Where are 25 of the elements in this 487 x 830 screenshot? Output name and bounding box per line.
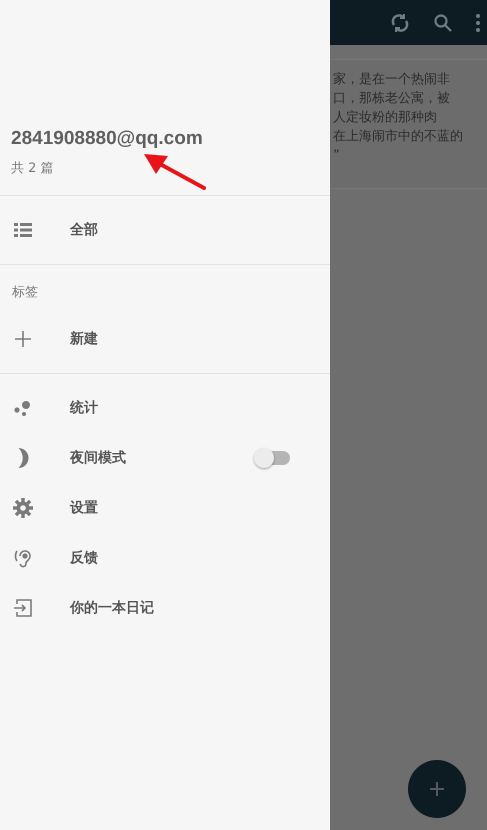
menu-item[interactable]: 你的一本日记 (70, 599, 318, 617)
card-text: 人定妆粉的那种肉 (333, 109, 438, 127)
menu-item[interactable]: 夜间模式 (70, 449, 256, 467)
card-text: 在上海闹市中的不蓝的 (333, 128, 464, 146)
card-text: ” (333, 147, 341, 165)
menu-item[interactable]: 设置 (70, 499, 318, 517)
exit-icon (12, 597, 34, 619)
menu-item[interactable]: 反馈 (70, 549, 318, 567)
menu-item[interactable]: 统计 (70, 399, 318, 417)
settings-icon (12, 497, 34, 519)
more-icon[interactable] (475, 12, 481, 32)
search-icon[interactable] (433, 12, 453, 32)
account-email: 2841908880@qq.com (11, 128, 204, 150)
entry-count: 共 2 篇 (11, 160, 55, 177)
card-text: 家，是在一个热闹非 (333, 71, 451, 89)
toggle-switch[interactable] (256, 451, 290, 465)
card-text: 口，那栋老公寓，被 (333, 90, 451, 108)
menu-item[interactable]: 全部 (70, 221, 318, 239)
plus-icon (12, 328, 34, 350)
ear-icon (12, 547, 34, 569)
sync-icon[interactable] (389, 12, 411, 34)
plus-icon (430, 782, 444, 796)
section-heading: 标签 (11, 284, 39, 302)
moon-icon (18, 448, 28, 468)
menu-item[interactable]: 新建 (70, 330, 318, 348)
